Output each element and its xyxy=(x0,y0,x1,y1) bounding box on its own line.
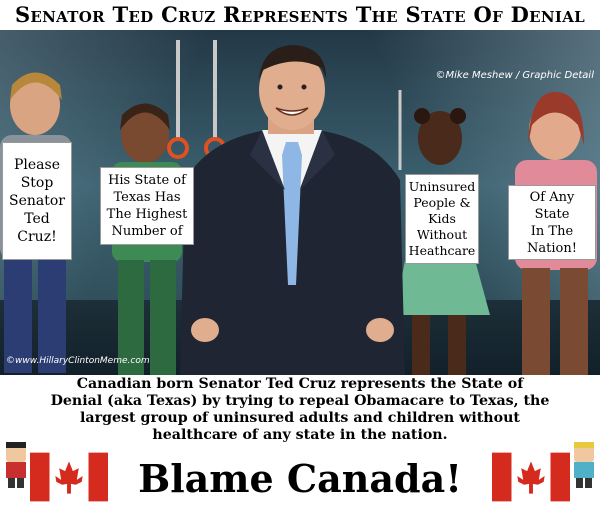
caption-line-2: Denial (aka Texas) by trying to repeal O… xyxy=(50,393,550,409)
poster: Senator Ted Cruz Represents The State Of… xyxy=(0,0,600,505)
cartoon-figure-left xyxy=(6,442,26,488)
protest-sign-4: Of Any State In The Nation! xyxy=(508,185,596,260)
canada-flag-left xyxy=(30,452,108,502)
cartoon-figure-right xyxy=(574,442,594,488)
photo-credit: ©Mike Meshew / Graphic Detail xyxy=(435,70,594,81)
protest-sign-2: His State of Texas Has The Highest Numbe… xyxy=(100,167,194,245)
caption-line-4: healthcare of any state in the nation. xyxy=(152,427,448,443)
caption-line-3: largest group of uninsured adults and ch… xyxy=(80,410,520,426)
blame-canada-banner: Blame Canada! xyxy=(138,456,462,501)
caption-text: Canadian born Senator Ted Cruz represent… xyxy=(0,376,600,444)
canada-flag-right xyxy=(492,452,570,502)
protest-sign-3: Uninsured People & Kids Without Heathcar… xyxy=(405,174,479,264)
protest-sign-1: Please Stop Senator Ted Cruz! xyxy=(2,142,72,260)
scene-photo: ©Mike Meshew / Graphic Detail Please Sto… xyxy=(0,30,600,375)
poster-title: Senator Ted Cruz Represents The State Of… xyxy=(0,0,600,30)
website-watermark: ©www.HillaryClintonMeme.com xyxy=(6,356,150,366)
caption-line-1: Canadian born Senator Ted Cruz represent… xyxy=(76,376,524,392)
